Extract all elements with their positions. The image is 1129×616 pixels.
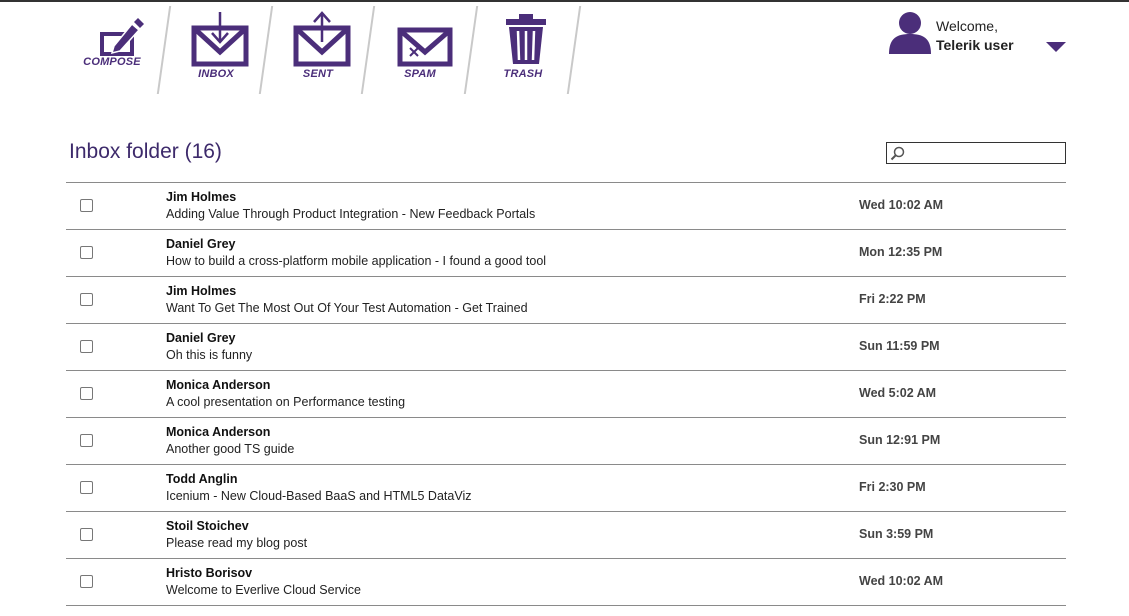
message-sender: Hristo Borisov — [166, 566, 253, 580]
compose-label: COMPOSE — [83, 56, 141, 68]
message-date: Fri 2:30 PM — [859, 480, 926, 494]
spam-label: SPAM — [404, 68, 436, 80]
message-checkbox[interactable] — [80, 340, 93, 353]
message-sender: Jim Holmes — [166, 284, 237, 298]
message-row[interactable]: Stoil Stoichev Please read my blog post … — [66, 511, 1066, 558]
message-subject: Another good TS guide — [166, 442, 295, 456]
message-date: Wed 10:02 AM — [859, 198, 944, 212]
welcome-text: Welcome, — [936, 18, 998, 34]
message-checkbox[interactable] — [80, 293, 93, 306]
message-sender: Jim Holmes — [166, 190, 237, 204]
user-menu[interactable]: Welcome, Telerik user — [885, 8, 1075, 58]
trash-button[interactable]: TRASH — [473, 2, 573, 94]
message-subject: Adding Value Through Product Integration… — [166, 207, 536, 221]
spam-button[interactable]: SPAM — [370, 2, 470, 94]
message-sender: Todd Anglin — [166, 472, 238, 486]
page-title: Inbox folder (16) — [69, 140, 222, 163]
message-row[interactable]: Daniel Grey How to build a cross-platfor… — [66, 229, 1066, 276]
mail-toolbar: COMPOSE INBOX SENT SPAM TRASH — [60, 2, 600, 94]
compose-icon — [100, 18, 144, 56]
message-subject: Oh this is funny — [166, 348, 253, 362]
message-row[interactable]: Todd Anglin Icenium - New Cloud-Based Ba… — [66, 464, 1066, 511]
message-row[interactable]: Monica Anderson Another good TS guide Su… — [66, 417, 1066, 464]
sent-label: SENT — [302, 68, 334, 80]
message-checkbox[interactable] — [80, 199, 93, 212]
message-date: Sun 3:59 PM — [859, 527, 934, 541]
sent-button[interactable]: SENT — [268, 2, 368, 94]
message-sender: Monica Anderson — [166, 425, 271, 439]
compose-button[interactable]: COMPOSE — [62, 2, 162, 94]
search-box[interactable] — [886, 142, 1066, 164]
inbox-button[interactable]: INBOX — [166, 2, 266, 94]
message-subject: Icenium - New Cloud-Based BaaS and HTML5… — [166, 489, 472, 503]
message-sender: Stoil Stoichev — [166, 519, 249, 533]
message-subject: Please read my blog post — [166, 536, 308, 550]
trash-icon — [506, 14, 546, 64]
message-subject: Want To Get The Most Out Of Your Test Au… — [166, 301, 528, 315]
message-subject: Welcome to Everlive Cloud Service — [166, 583, 361, 597]
search-input[interactable] — [907, 144, 1061, 162]
message-date: Sun 12:91 PM — [859, 433, 941, 447]
message-list: Jim Holmes Adding Value Through Product … — [66, 182, 1066, 606]
message-checkbox[interactable] — [80, 575, 93, 588]
message-sender: Monica Anderson — [166, 378, 271, 392]
message-date: Fri 2:22 PM — [859, 292, 926, 306]
user-avatar-icon — [889, 12, 931, 54]
message-date: Mon 12:35 PM — [859, 245, 943, 259]
message-date: Wed 10:02 AM — [859, 574, 944, 588]
message-sender: Daniel Grey — [166, 331, 236, 345]
sent-icon — [293, 11, 351, 67]
message-date: Wed 5:02 AM — [859, 386, 937, 400]
message-date: Sun 11:59 PM — [859, 339, 940, 353]
search-icon — [890, 146, 905, 161]
message-checkbox[interactable] — [80, 246, 93, 259]
spam-icon — [397, 27, 453, 67]
user-name: Telerik user — [936, 37, 1014, 53]
message-subject: How to build a cross-platform mobile app… — [166, 254, 547, 268]
message-row[interactable]: Daniel Grey Oh this is funny Sun 11:59 P… — [66, 323, 1066, 370]
message-checkbox[interactable] — [80, 434, 93, 447]
message-row[interactable]: Jim Holmes Want To Get The Most Out Of Y… — [66, 276, 1066, 323]
message-row[interactable]: Jim Holmes Adding Value Through Product … — [66, 182, 1066, 229]
message-row[interactable]: Monica Anderson A cool presentation on P… — [66, 370, 1066, 417]
message-checkbox[interactable] — [80, 528, 93, 541]
trash-label: TRASH — [503, 68, 543, 80]
chevron-down-icon[interactable] — [1046, 42, 1066, 54]
inbox-label: INBOX — [198, 68, 234, 80]
message-checkbox[interactable] — [80, 387, 93, 400]
inbox-icon — [191, 12, 249, 67]
message-sender: Daniel Grey — [166, 237, 236, 251]
message-subject: A cool presentation on Performance testi… — [166, 395, 406, 409]
message-row[interactable]: Hristo Borisov Welcome to Everlive Cloud… — [66, 558, 1066, 606]
message-checkbox[interactable] — [80, 481, 93, 494]
